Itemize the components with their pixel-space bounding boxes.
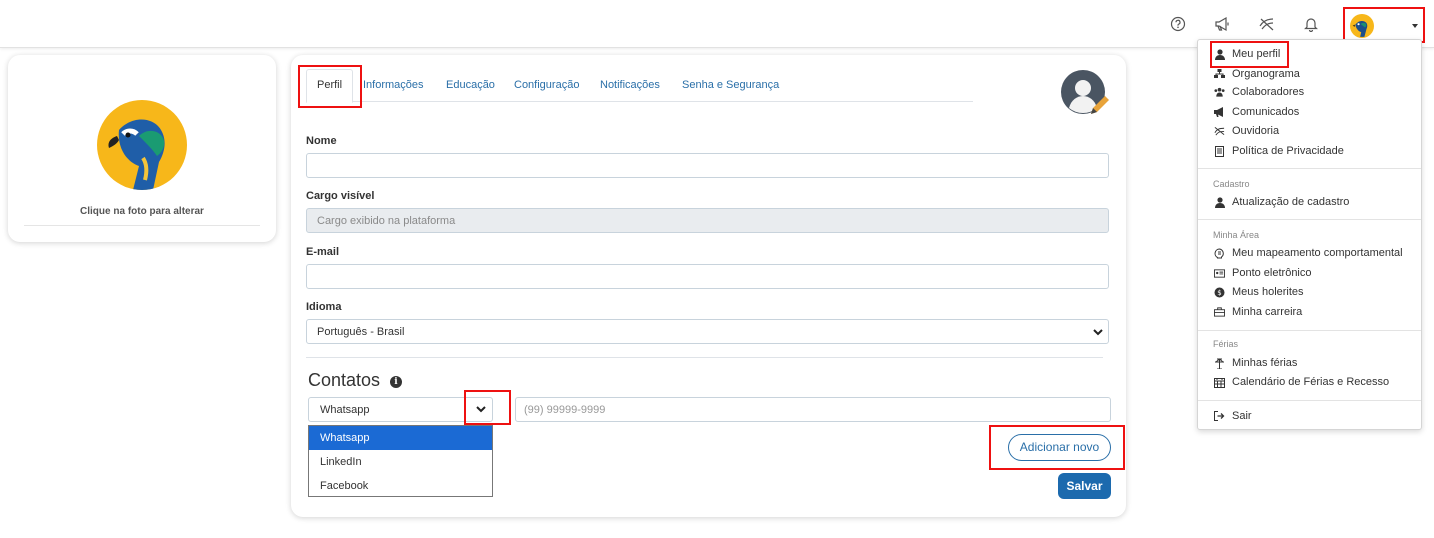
money-icon: $ — [1214, 287, 1225, 298]
menu-item-atualizacao-cadastro[interactable]: Atualização de cadastro — [1214, 194, 1349, 210]
tab-bar: Perfil Informações Educação Configuração… — [306, 69, 973, 103]
menu-item-calendario[interactable]: Calendário de Férias e Recesso — [1214, 374, 1389, 390]
tab-senha-seguranca[interactable]: Senha e Segurança — [682, 79, 779, 91]
idioma-value: Português - Brasil — [317, 326, 405, 338]
tab-configuracao[interactable]: Configuração — [514, 79, 579, 91]
menu-item-label: Minha carreira — [1232, 306, 1303, 318]
contatos-title: Contatos — [308, 370, 381, 390]
save-button[interactable]: Salvar — [1058, 473, 1111, 499]
nome-field[interactable] — [306, 153, 1109, 178]
tab-perfil[interactable]: Perfil — [306, 69, 354, 103]
menu-item-label: Minhas férias — [1232, 357, 1298, 369]
add-contact-button[interactable]: Adicionar novo — [1008, 434, 1111, 461]
menu-item-organograma[interactable]: Organograma — [1214, 66, 1300, 82]
cargo-label: Cargo visível — [306, 190, 375, 202]
menu-item-holerites[interactable]: $ Meus holerites — [1214, 284, 1304, 300]
user-icon — [1214, 196, 1225, 208]
photo-caption: Clique na foto para alterar — [80, 206, 204, 217]
menu-item-mapeamento[interactable]: Meu mapeamento comportamental — [1214, 245, 1403, 261]
menu-item-label: Meus holerites — [1232, 286, 1304, 298]
menu-item-label: Comunicados — [1232, 106, 1300, 118]
help-icon[interactable] — [1167, 13, 1189, 35]
megaphone-icon[interactable] — [1211, 13, 1233, 35]
menu-item-carreira[interactable]: Minha carreira — [1214, 304, 1302, 320]
org-chart-icon — [1214, 69, 1225, 80]
document-icon — [1214, 145, 1225, 157]
user-menu-button[interactable] — [1343, 7, 1425, 43]
tab-notificacoes[interactable]: Notificações — [600, 79, 660, 91]
umbrella-icon — [1214, 357, 1225, 369]
menu-item-label: Meu mapeamento comportamental — [1232, 247, 1403, 259]
chevron-down-icon — [476, 404, 486, 416]
email-field[interactable] — [306, 264, 1109, 289]
menu-item-privacidade[interactable]: Política de Privacidade — [1214, 143, 1344, 159]
ombudsman-icon[interactable] — [1256, 13, 1278, 35]
contact-type-value: Whatsapp — [320, 404, 370, 416]
section-title-minha-area: Minha Área — [1213, 230, 1260, 240]
profile-photo[interactable] — [97, 100, 187, 190]
cargo-field: Cargo exibido na plataforma — [306, 208, 1109, 233]
tab-educacao[interactable]: Educação — [446, 79, 495, 91]
divider — [1198, 400, 1421, 401]
idioma-label: Idioma — [306, 301, 342, 313]
phone-input[interactable]: (99) 99999-9999 — [515, 397, 1111, 422]
section-title-ferias: Férias — [1213, 339, 1239, 349]
divider — [306, 357, 1103, 358]
idioma-select[interactable]: Português - Brasil — [306, 319, 1109, 344]
chevron-down-icon — [1412, 24, 1418, 28]
bell-icon[interactable] — [1300, 13, 1322, 35]
user-icon — [1214, 48, 1225, 60]
chevron-down-icon — [1093, 327, 1103, 339]
menu-item-label: Organograma — [1232, 68, 1300, 80]
divider — [1198, 330, 1421, 331]
calendar-icon — [1214, 377, 1225, 388]
menu-item-label: Meu perfil — [1232, 48, 1281, 60]
brain-icon — [1214, 247, 1225, 259]
menu-item-comunicados[interactable]: Comunicados — [1214, 104, 1299, 120]
nome-label: Nome — [306, 135, 337, 147]
menu-item-label: Sair — [1232, 410, 1252, 422]
profile-photo-card: Clique na foto para alterar — [8, 55, 276, 242]
tab-informacoes[interactable]: Informações — [363, 79, 424, 91]
info-icon[interactable]: i — [390, 376, 402, 388]
section-title-cadastro: Cadastro — [1213, 179, 1250, 189]
logout-icon — [1214, 411, 1225, 422]
profile-avatar-edit[interactable] — [1061, 70, 1109, 118]
option-linkedin[interactable]: LinkedIn — [309, 450, 492, 474]
menu-item-label: Atualização de cadastro — [1232, 196, 1350, 208]
svg-text:$: $ — [1217, 289, 1221, 297]
menu-item-colaboradores[interactable]: Colaboradores — [1214, 84, 1304, 100]
divider — [1198, 168, 1421, 169]
menu-item-ponto[interactable]: Ponto eletrônico — [1214, 265, 1312, 281]
user-dropdown-menu: Meu perfil Organograma Colaboradores Com… — [1197, 39, 1422, 430]
menu-item-label: Calendário de Férias e Recesso — [1232, 376, 1390, 388]
menu-item-meu-perfil[interactable]: Meu perfil — [1214, 46, 1280, 62]
menu-item-label: Colaboradores — [1232, 86, 1305, 98]
megaphone-icon — [1214, 107, 1225, 118]
menu-item-label: Ouvidoria — [1232, 125, 1280, 137]
menu-item-label: Ponto eletrônico — [1232, 267, 1312, 279]
email-label: E-mail — [306, 246, 340, 258]
option-facebook[interactable]: Facebook — [309, 474, 492, 498]
menu-item-ouvidoria[interactable]: Ouvidoria — [1214, 123, 1279, 139]
divider — [24, 225, 260, 226]
menu-item-sair[interactable]: Sair — [1214, 408, 1252, 424]
menu-item-label: Política de Privacidade — [1232, 145, 1344, 157]
briefcase-icon — [1214, 307, 1225, 318]
contact-type-options: Whatsapp LinkedIn Facebook — [308, 425, 493, 497]
users-icon — [1214, 87, 1225, 98]
avatar — [1350, 14, 1374, 38]
profile-form-card: Perfil Informações Educação Configuração… — [291, 55, 1126, 517]
menu-item-minhas-ferias[interactable]: Minhas férias — [1214, 355, 1297, 371]
id-card-icon — [1214, 268, 1225, 279]
option-whatsapp[interactable]: Whatsapp — [309, 426, 492, 450]
divider — [1198, 219, 1421, 220]
ombudsman-icon — [1214, 126, 1225, 137]
contact-type-select[interactable]: Whatsapp — [308, 397, 493, 422]
